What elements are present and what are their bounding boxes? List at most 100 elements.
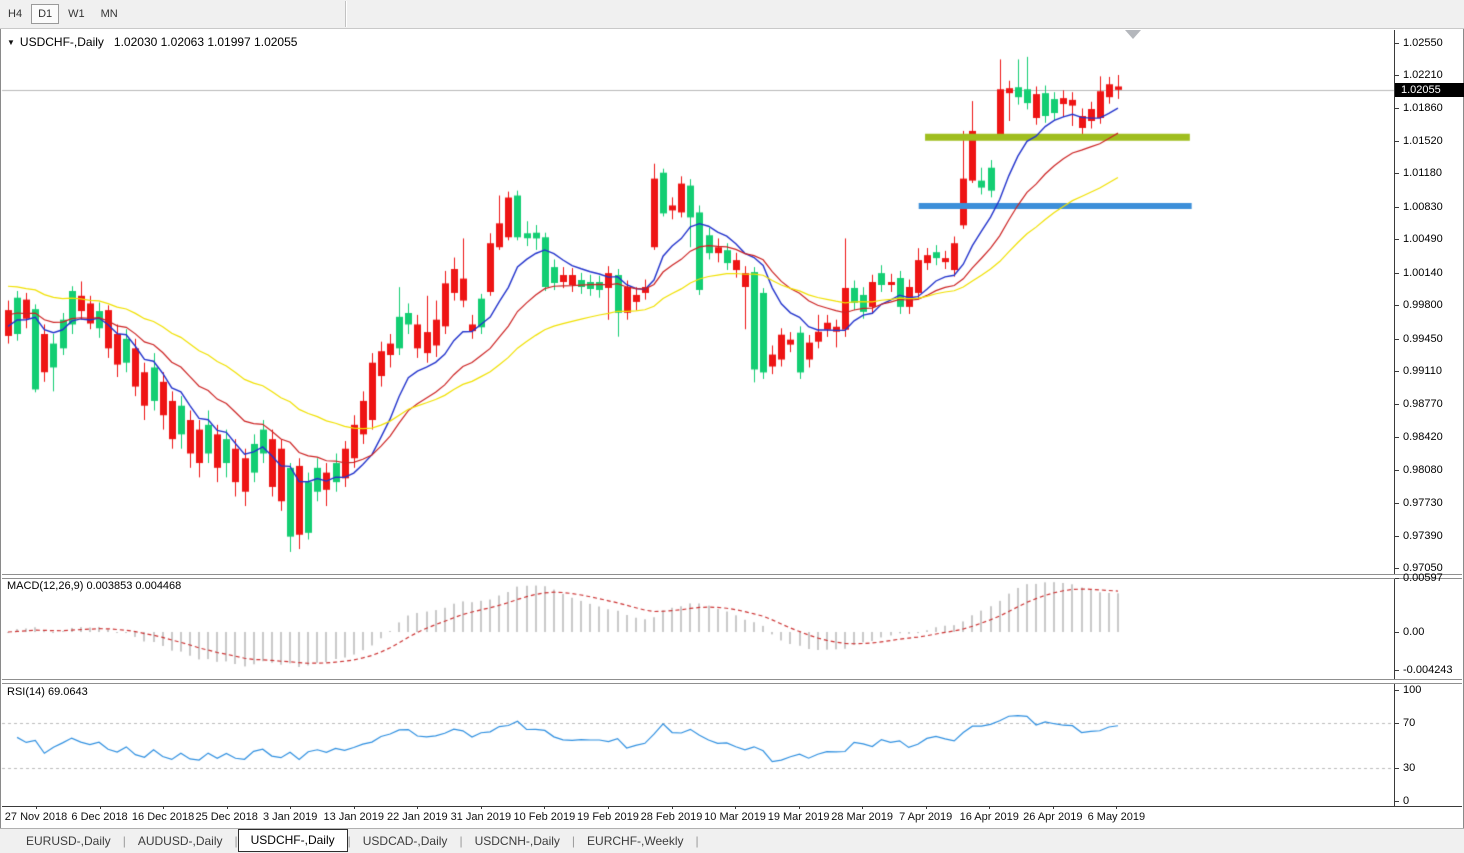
macd-axis-tick (1395, 578, 1399, 579)
timeframe-toolbar: H4 D1 W1 MN (0, 0, 1464, 29)
price-axis-tick (1395, 206, 1399, 208)
chart-title: ▼ USDCHF-,Daily 1.02030 1.02063 1.01997 1.… (7, 35, 297, 49)
price-axis-label: 0.97730 (1403, 497, 1443, 510)
price-axis-tick (1395, 503, 1399, 505)
price-axis-label: 1.00140 (1403, 266, 1443, 279)
scroll-to-end-marker[interactable] (1125, 30, 1141, 39)
time-axis-line (2, 806, 1462, 807)
price-axis-tick (1395, 239, 1399, 241)
date-axis-tick (290, 806, 292, 809)
date-axis-label: 7 Apr 2019 (899, 811, 953, 823)
current-price-tag: 1.02055 (1395, 82, 1464, 97)
price-axis-label: 0.99110 (1403, 365, 1442, 378)
date-axis-tick (163, 806, 165, 809)
price-axis-tick (1395, 272, 1399, 274)
date-axis-tick (353, 806, 355, 809)
chart-canvas[interactable] (0, 0, 1464, 853)
timeframe-button-w1[interactable]: W1 (61, 4, 92, 24)
rsi-label: RSI(14) 69.0643 (7, 686, 88, 698)
date-axis-label: 31 Jan 2019 (450, 811, 512, 823)
toolbar-separator (345, 1, 347, 27)
date-axis-label: 6 May 2019 (1087, 811, 1146, 823)
chart-tab-bar: EURUSD-,Daily | AUDUSD-,Daily | USDCHF-,Dail… (0, 828, 1464, 853)
rsi-axis-label: 100 (1403, 684, 1422, 696)
price-axis-tick (1395, 371, 1399, 373)
rsi-axis-label: 70 (1403, 717, 1416, 730)
date-axis-tick (36, 806, 37, 809)
price-axis-label: 1.00830 (1403, 200, 1443, 213)
terminal-window: H4 D1 W1 MN ▼ USDCHF-,Daily 1.02030 1.02063 1… (0, 0, 1464, 853)
macd-pane-separator[interactable] (2, 574, 1462, 579)
date-axis-label: 27 Nov 2018 (4, 811, 68, 823)
price-axis-tick (1395, 535, 1399, 537)
rsi-axis-tick (1395, 801, 1399, 802)
date-axis-label: 10 Mar 2019 (704, 811, 766, 823)
macd-axis-label: 0.00 (1403, 626, 1425, 638)
price-axis-tick (1395, 403, 1399, 405)
date-axis-tick (1052, 806, 1054, 809)
price-axis-tick (1395, 140, 1399, 142)
date-axis-label: 16 Dec 2018 (131, 811, 195, 823)
price-axis-label: 0.98080 (1403, 463, 1443, 476)
chart-tab-usdcad[interactable]: USDCAD-,Daily (351, 831, 460, 851)
timeframe-button-h4[interactable]: H4 (1, 4, 29, 24)
date-axis-tick (798, 806, 800, 809)
price-axis-label: 1.01860 (1403, 102, 1443, 115)
price-axis-tick (1395, 108, 1399, 110)
chart-tab-eurchf[interactable]: EURCHF-,Weekly (575, 831, 695, 851)
tab-separator: | (695, 834, 699, 848)
price-axis-label: 1.00490 (1403, 233, 1443, 246)
date-axis-tick (862, 806, 864, 809)
price-axis-tick (1395, 338, 1399, 340)
macd-axis-label: -0.004243 (1403, 664, 1453, 677)
price-axis-label: 0.99450 (1403, 332, 1443, 345)
price-axis-label: 1.01180 (1403, 167, 1442, 180)
chart-tab-eurusd[interactable]: EURUSD-,Daily (14, 831, 123, 851)
macd-axis-tick (1395, 632, 1399, 633)
date-axis-label: 10 Feb 2019 (513, 811, 576, 823)
macd-axis-tick (1395, 670, 1399, 672)
chart-tab-audusd[interactable]: AUDUSD-,Daily (126, 831, 235, 851)
chart-tab-usdcnh[interactable]: USDCNH-,Daily (463, 831, 572, 851)
macd-axis-label: 0.00597 (1403, 572, 1443, 584)
rsi-axis-tick (1395, 723, 1399, 725)
price-axis-label: 1.02550 (1403, 36, 1443, 49)
date-axis-label: 6 Dec 2018 (71, 811, 128, 823)
timeframe-button-mn[interactable]: MN (94, 4, 125, 24)
date-axis-tick (607, 806, 609, 809)
date-axis-label: 26 Apr 2019 (1023, 811, 1083, 823)
date-axis-label: 28 Mar 2019 (831, 811, 894, 823)
date-axis-tick (1116, 806, 1118, 809)
rsi-pane-separator[interactable] (2, 679, 1462, 684)
rsi-axis-tick (1395, 767, 1399, 769)
price-axis-tick (1395, 42, 1399, 44)
rsi-axis-label: 0 (1403, 795, 1410, 807)
macd-label: MACD(12,26,9) 0.003853 0.004468 (7, 580, 182, 592)
date-axis-label: 13 Jan 2019 (323, 811, 385, 823)
date-axis-label: 28 Feb 2019 (640, 811, 703, 823)
collapse-icon[interactable]: ▼ (7, 38, 15, 47)
price-axis-tick (1395, 437, 1399, 439)
timeframe-button-d1[interactable]: D1 (31, 4, 60, 24)
price-axis-label: 1.02210 (1403, 69, 1443, 81)
date-axis-label: 19 Feb 2019 (577, 811, 639, 823)
price-axis-label: 0.98770 (1403, 397, 1443, 410)
date-axis-tick (99, 806, 101, 809)
date-axis-tick (480, 806, 482, 809)
price-axis-tick (1395, 469, 1399, 471)
price-axis-label: 0.97390 (1403, 529, 1443, 542)
date-axis-label: 22 Jan 2019 (387, 811, 448, 823)
price-axis-label: 0.98420 (1403, 431, 1443, 444)
date-axis-tick (925, 806, 927, 809)
rsi-axis-label: 30 (1403, 761, 1416, 774)
price-axis-label: 1.01520 (1403, 134, 1443, 147)
rsi-axis-tick (1395, 690, 1399, 691)
date-axis-label: 16 Apr 2019 (959, 811, 1019, 823)
date-axis-tick (544, 806, 546, 809)
chart-tab-usdchf[interactable]: USDCHF-,Daily (237, 828, 348, 852)
ohlc-values: 1.02030 1.02063 1.01997 1.02055 (113, 35, 298, 49)
date-axis-tick (417, 806, 419, 809)
price-axis-tick (1395, 305, 1399, 307)
price-axis-label: 0.99800 (1403, 299, 1443, 312)
date-axis-label: 19 Mar 2019 (767, 811, 830, 823)
